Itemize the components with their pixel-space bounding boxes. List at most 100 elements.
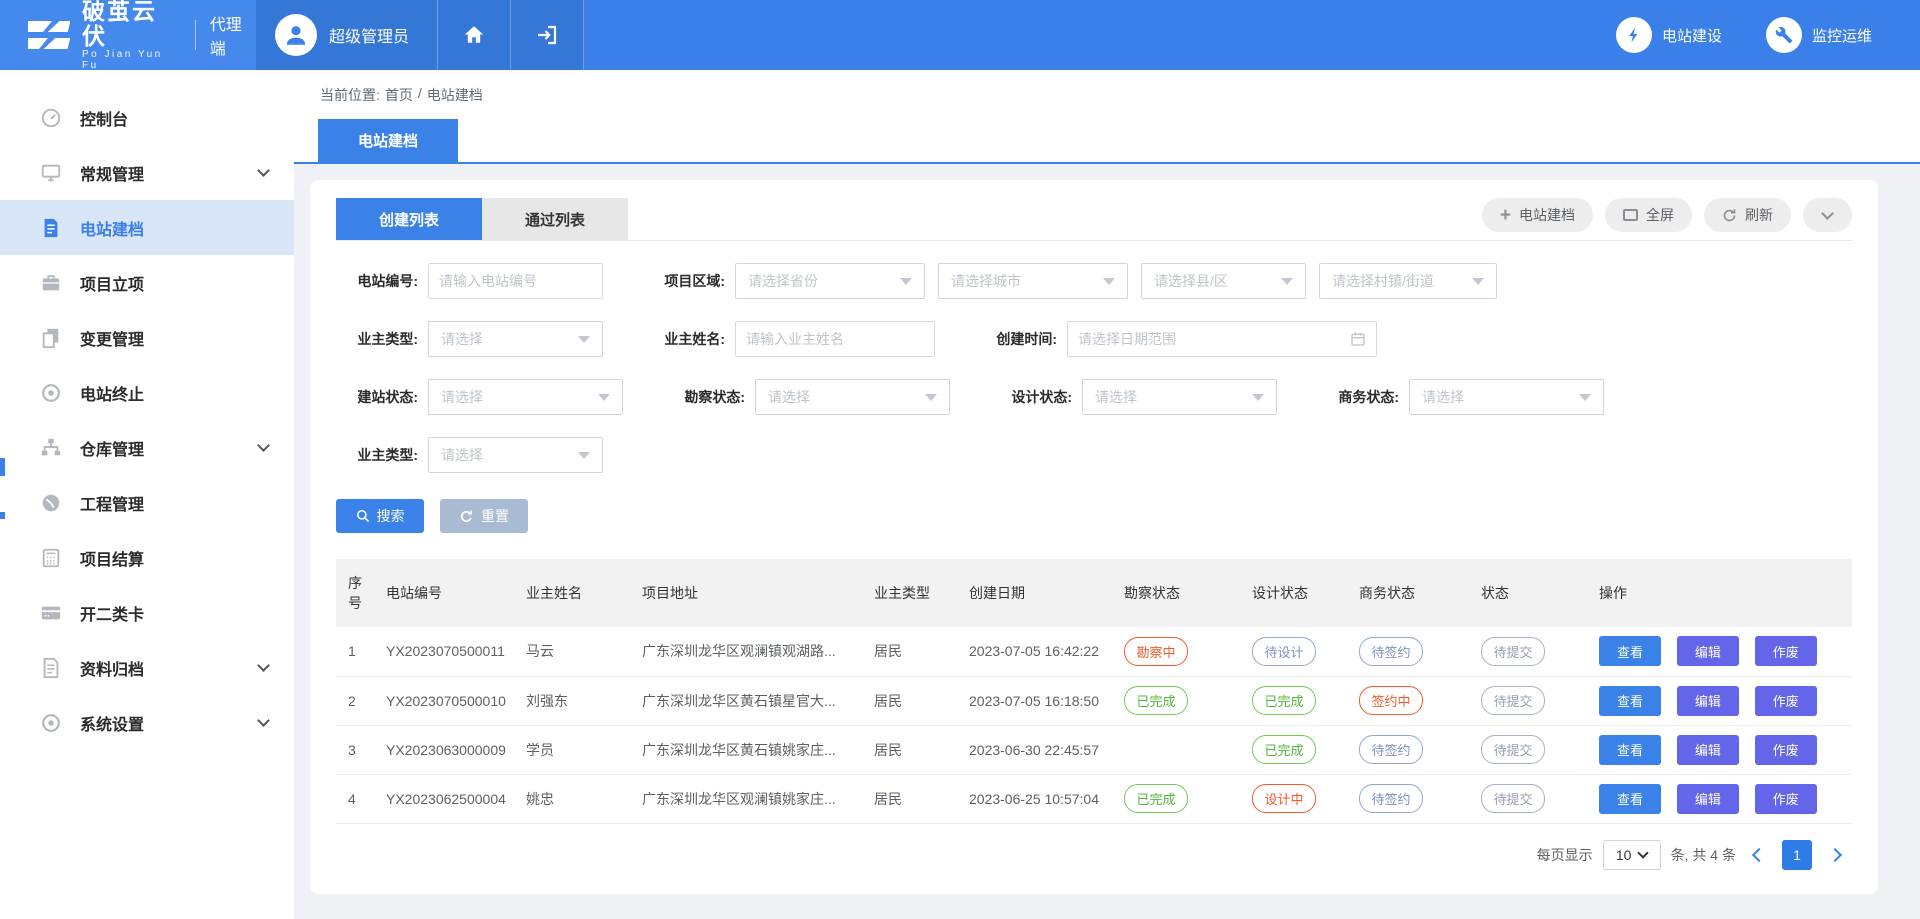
search-button[interactable]: 搜索 [336,499,424,533]
date-range-picker[interactable] [1067,321,1377,357]
caret-down-icon [1281,278,1293,285]
page-number-1[interactable]: 1 [1782,840,1812,870]
design-status-select[interactable]: 请选择 [1082,379,1277,415]
reset-button[interactable]: 重置 [440,499,528,533]
username: 超级管理员 [329,23,409,47]
chevron-down-icon [257,439,270,452]
owner-type-label: 业主类型: [336,329,418,349]
survey-status-badge: 已完成 [1124,784,1188,813]
owner-type-select[interactable]: 请选择 [428,321,603,357]
prev-page-button[interactable] [1752,847,1766,861]
survey-status-badge: 已完成 [1124,686,1188,715]
per-page-label: 每页显示 [1537,845,1593,865]
survey-status-badge: 勘察中 [1124,637,1188,666]
view-button[interactable]: 查看 [1599,636,1661,666]
edit-button[interactable]: 编辑 [1677,686,1739,716]
breadcrumb-home[interactable]: 首页 [385,85,413,105]
sidebar-item-general-mgmt[interactable]: 常规管理 [0,145,294,200]
view-button[interactable]: 查看 [1599,686,1661,716]
town-select[interactable]: 请选择村镇/街道 [1319,263,1497,299]
void-button[interactable]: 作废 [1755,735,1817,765]
tab-create-list[interactable]: 创建列表 [336,198,482,240]
station-code-input[interactable] [428,263,603,299]
void-button[interactable]: 作废 [1755,686,1817,716]
user-menu[interactable]: 超级管理员 [256,0,438,70]
region-label: 项目区域: [643,271,725,291]
created-time-label: 创建时间: [975,329,1057,349]
survey-status-label: 勘察状态: [663,387,745,407]
view-button[interactable]: 查看 [1599,735,1661,765]
sidebar-item-data-archive[interactable]: 资料归档 [0,640,294,695]
city-select[interactable]: 请选择城市 [938,263,1128,299]
nav-station-build[interactable]: 电站建设 [1616,17,1722,53]
fullscreen-button[interactable]: 全屏 [1605,198,1692,232]
status-badge: 待提交 [1481,735,1545,764]
business-status-select[interactable]: 请选择 [1409,379,1604,415]
table-row: 4 YX2023062500004 姚忠 广东深圳龙华区观澜镇姚家庄... 居民… [336,774,1852,823]
target-icon [40,382,62,404]
edit-button[interactable]: 编辑 [1677,636,1739,666]
filter-buttons: 搜索 重置 [336,499,1852,533]
filter-form: 电站编号: 项目区域: 请选择省份 请选择城市 [336,263,1852,473]
caret-down-icon [900,278,912,285]
business-status-badge: 待签约 [1359,735,1423,764]
caret-down-icon [1638,847,1649,858]
sidebar-item-type2-card[interactable]: 开二类卡 [0,585,294,640]
logout-button[interactable] [511,0,584,70]
sidebar-item-warehouse-mgmt[interactable]: 仓库管理 [0,420,294,475]
date-range-input[interactable] [1078,331,1350,347]
county-select[interactable]: 请选择县/区 [1141,263,1306,299]
home-button[interactable] [438,0,511,70]
dashboard-icon [40,492,62,514]
province-select[interactable]: 请选择省份 [735,263,925,299]
owner-type2-label: 业主类型: [336,445,418,465]
table-row: 1 YX2023070500011 马云 广东深圳龙华区观澜镇观湖路... 居民… [336,627,1852,676]
nav-station-build-label: 电站建设 [1662,25,1722,46]
owner-type2-select[interactable]: 请选择 [428,437,603,473]
sidebar-item-station-terminate[interactable]: 电站终止 [0,365,294,420]
edit-button[interactable]: 编辑 [1677,784,1739,814]
business-status-badge: 待签约 [1359,784,1423,813]
sidebar-item-system-settings[interactable]: 系统设置 [0,695,294,750]
void-button[interactable]: 作废 [1755,784,1817,814]
status-badge: 待提交 [1481,784,1545,813]
topbar-nav: 电站建设 监控运维 [1616,0,1920,70]
sidebar-item-engineering-mgmt[interactable]: 工程管理 [0,475,294,530]
panel-actions: + 电站建档 全屏 [1482,198,1852,240]
logout-icon [535,23,559,47]
sidebar-item-station-archive[interactable]: 电站建档 [0,200,294,255]
owner-name-input[interactable] [735,321,935,357]
sidebar-item-change-mgmt[interactable]: 变更管理 [0,310,294,365]
create-station-button[interactable]: + 电站建档 [1482,198,1593,232]
business-status-badge: 待签约 [1359,637,1423,666]
user-icon [283,22,309,48]
build-status-select[interactable]: 请选择 [428,379,623,415]
caret-down-icon [1472,278,1484,285]
page-tab-station-archive[interactable]: 电站建档 [318,119,458,162]
main-area: 当前位置: 首页 / 电站建档 电站建档 创建列表 通过列表 + [294,70,1920,919]
chevron-down-icon [257,659,270,672]
caret-down-icon [1252,394,1264,401]
fullscreen-icon [1623,209,1638,221]
breadcrumb: 当前位置: 首页 / 电站建档 [294,70,1920,111]
tab-approved-list[interactable]: 通过列表 [482,198,628,240]
nav-monitor-ops[interactable]: 监控运维 [1766,17,1872,53]
next-page-button[interactable] [1828,847,1842,861]
collapse-toolbar-button[interactable] [1803,198,1852,232]
view-button[interactable]: 查看 [1599,784,1661,814]
chevron-down-icon [257,714,270,727]
survey-status-select[interactable]: 请选择 [755,379,950,415]
caret-down-icon [1103,278,1115,285]
station-archive-panel: 创建列表 通过列表 + 电站建档 全屏 [310,180,1878,894]
void-button[interactable]: 作废 [1755,636,1817,666]
app-window: 破茧云伏 Po Jian Yun Fu 代理端 超级管理员 [0,0,1920,919]
sidebar-item-project-initiation[interactable]: 项目立项 [0,255,294,310]
per-page-select[interactable]: 10 [1603,840,1661,870]
edit-button[interactable]: 编辑 [1677,735,1739,765]
sidebar-item-console[interactable]: 控制台 [0,90,294,145]
reset-icon [459,509,474,524]
portal-label: 代理端 [195,20,256,50]
sidebar-item-project-settlement[interactable]: 项目结算 [0,530,294,585]
refresh-button[interactable]: 刷新 [1704,198,1791,232]
briefcase-icon [40,272,62,294]
